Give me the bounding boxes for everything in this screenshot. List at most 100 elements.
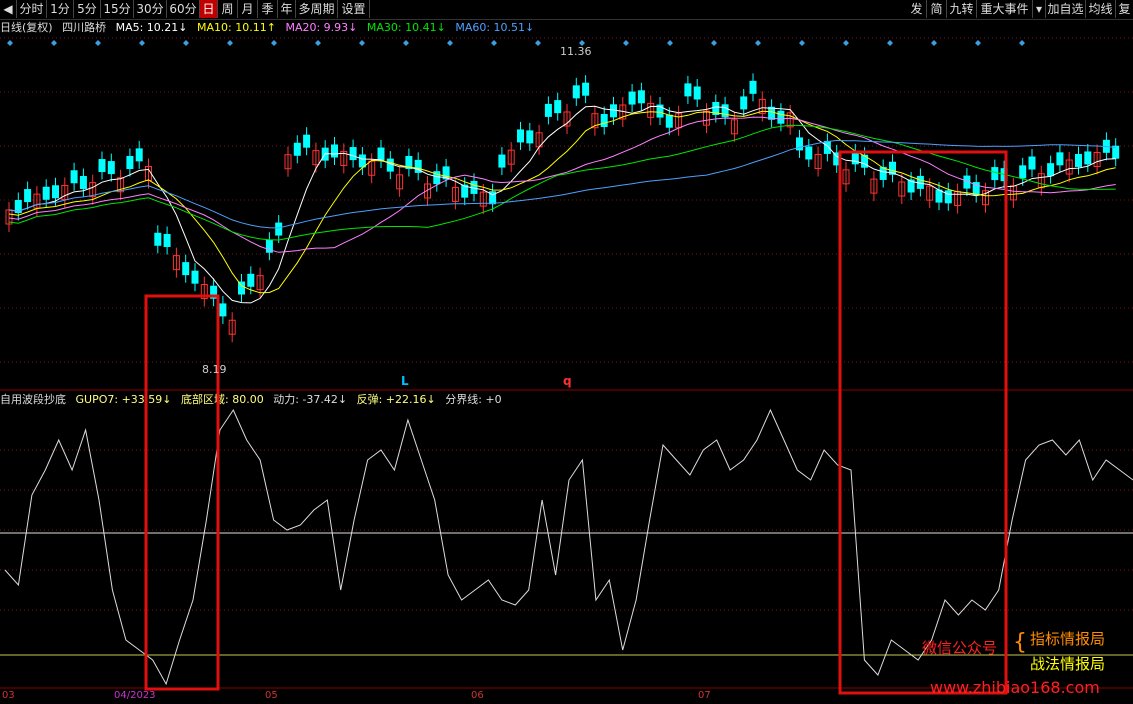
candle-body <box>851 151 859 165</box>
divider-label: 分界线: +0 <box>445 393 502 406</box>
jiuzhuan-button[interactable]: 九转 <box>947 0 977 18</box>
candle-body <box>172 255 180 271</box>
tab-1min[interactable]: 1分 <box>47 0 74 18</box>
candle-body <box>1000 168 1008 182</box>
candle-body <box>693 86 701 100</box>
candle-body <box>517 129 524 143</box>
candle-body <box>321 147 329 161</box>
candle-body <box>377 147 385 161</box>
candle-body <box>963 175 971 189</box>
candle-body <box>1075 153 1082 167</box>
candle-body <box>805 146 813 160</box>
candle-body <box>972 182 980 196</box>
signal-diamond-icon <box>623 40 629 46</box>
candle-body <box>256 275 264 291</box>
candle-body <box>349 147 357 161</box>
tab-30min[interactable]: 30分 <box>134 0 167 18</box>
candle-body <box>265 239 273 253</box>
settings-button[interactable]: 设置 <box>338 0 370 18</box>
candle-body <box>656 104 664 118</box>
tab-60min[interactable]: 60分 <box>167 0 200 18</box>
restore-button[interactable]: 复 <box>1116 0 1133 18</box>
watermark-wechat: 微信公众号 <box>922 639 998 657</box>
candle-body <box>163 233 171 247</box>
candle-body <box>358 154 366 168</box>
back-icon[interactable]: ◀ <box>0 0 17 18</box>
signal-diamond-icon <box>755 40 761 46</box>
candle-body <box>24 189 32 203</box>
chevron-down-icon[interactable]: ▾ <box>1033 0 1046 18</box>
candle-body <box>823 140 831 154</box>
candle-body <box>600 114 608 128</box>
ma5-line <box>8 105 1116 304</box>
ma10-label: MA10: 10.11↑ <box>197 21 276 34</box>
candle-body <box>451 186 459 202</box>
candle-body <box>721 104 729 118</box>
candle-body <box>126 156 134 170</box>
xaxis-label-06: 06 <box>471 690 484 701</box>
tab-15min[interactable]: 15分 <box>101 0 134 18</box>
candle-body <box>1112 145 1120 159</box>
fa-button[interactable]: 发 <box>907 0 927 18</box>
candle-body <box>926 185 934 201</box>
tab-year[interactable]: 年 <box>278 0 296 18</box>
tab-week[interactable]: 周 <box>218 0 238 18</box>
marker-l: L <box>401 374 409 388</box>
candle-body <box>61 184 69 200</box>
candle-body <box>563 111 571 127</box>
kline-chart[interactable] <box>0 0 1133 704</box>
candle-body <box>730 119 738 135</box>
candle-body <box>898 181 906 197</box>
ma60-label: MA60: 10.51↓ <box>455 21 535 34</box>
major-events-button[interactable]: 重大事件 <box>977 0 1033 18</box>
signal-diamond-icon <box>7 40 13 46</box>
candle-body <box>98 159 106 173</box>
candle-body <box>572 85 580 99</box>
tab-day[interactable]: 日 <box>200 0 218 18</box>
signal-diamond-icon <box>359 40 365 46</box>
candle-body <box>758 98 766 114</box>
ma60-line <box>8 139 1116 229</box>
candle-body <box>340 150 348 166</box>
candle-body <box>210 285 218 299</box>
candle-body <box>954 191 962 207</box>
candle-body <box>889 161 896 175</box>
signal-diamond-icon <box>51 40 57 46</box>
jian-button[interactable]: 简 <box>927 0 947 18</box>
candle-body <box>89 182 97 198</box>
tab-fenshi[interactable]: 分时 <box>17 0 47 18</box>
candle-body <box>1028 156 1036 170</box>
candle-body <box>182 262 190 276</box>
candle-body <box>768 106 776 120</box>
low-price-label: 8.19 <box>202 363 227 376</box>
candle-body <box>1065 159 1073 175</box>
candle-body <box>52 185 59 199</box>
candle-body <box>591 113 599 129</box>
tab-month[interactable]: 月 <box>238 0 258 18</box>
ma30-label: MA30: 10.41↓ <box>366 21 446 34</box>
candle-body <box>42 186 50 200</box>
tab-multi-period[interactable]: 多周期 <box>296 0 338 18</box>
candle-body <box>628 91 636 105</box>
ma-line-button[interactable]: 均线 <box>1086 0 1116 18</box>
watermark-name1: 指标情报局 <box>1030 630 1106 648</box>
xaxis-label-07: 07 <box>698 690 711 701</box>
candle-body <box>228 319 236 335</box>
candle-body <box>79 175 87 189</box>
candle-body <box>284 154 292 170</box>
candle-body <box>833 152 841 166</box>
candle-body <box>1093 152 1101 168</box>
tab-5min[interactable]: 5分 <box>74 0 101 18</box>
signal-diamond-icon <box>667 40 673 46</box>
candle-body <box>154 232 162 246</box>
signal-diamond-icon <box>315 40 321 46</box>
candle-body <box>191 270 199 284</box>
candle-body <box>916 175 924 189</box>
candle-body <box>275 222 283 236</box>
candle-body <box>70 170 78 184</box>
signal-diamond-icon <box>1019 40 1025 46</box>
tab-season[interactable]: 季 <box>258 0 278 18</box>
candle-body <box>675 113 683 129</box>
candle-body <box>470 180 478 194</box>
add-favorite-button[interactable]: 加自选 <box>1046 0 1086 18</box>
